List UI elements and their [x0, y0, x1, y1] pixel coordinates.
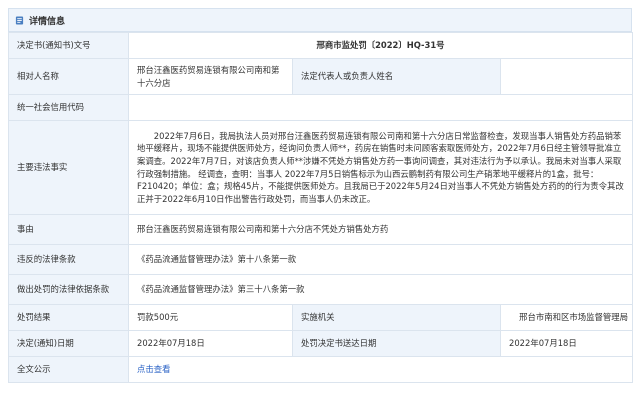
facts-value: 2022年7月6日，我局执法人员对邢台汪鑫医药贸易连锁有限公司南和第十六分店日常…: [127, 120, 634, 215]
details-table: 决定书(通知书)文号 邢商市监处罚〔2022〕HQ-31号 相对人名称 邢台汪鑫…: [8, 32, 634, 383]
matter-value: 邢台汪鑫医药贸易连锁有限公司南和第十六分店不凭处方销售处方药: [127, 214, 634, 245]
row-basis-law: 做出处罚的法律依据条款 《药品流通监督管理办法》第三十八条第一款: [8, 274, 634, 305]
row-credit-code: 统一社会信用代码: [8, 94, 634, 121]
details-panel: 详情信息 决定书(通知书)文号 邢商市监处罚〔2022〕HQ-31号 相对人名称…: [8, 8, 634, 383]
decision-no-value: 邢商市监处罚〔2022〕HQ-31号: [127, 32, 634, 59]
delivery-date-label: 处罚决定书送达日期: [292, 330, 501, 357]
fulltext-cell: 点击查看: [127, 356, 634, 383]
credit-code-label: 统一社会信用代码: [8, 94, 129, 121]
decision-no-label: 决定书(通知书)文号: [8, 32, 129, 59]
rep-label: 法定代表人或负责人姓名: [292, 58, 501, 95]
row-fulltext: 全文公示 点击查看: [8, 356, 634, 383]
result-value: 罚款500元: [128, 304, 293, 331]
section-title: 详情信息: [29, 16, 66, 27]
basis-law-label: 做出处罚的法律依据条款: [8, 274, 129, 305]
view-fulltext-link[interactable]: 点击查看: [137, 364, 171, 374]
fulltext-label: 全文公示: [8, 356, 129, 383]
delivery-date-value: 2022年07月18日: [499, 330, 634, 357]
decision-date-value: 2022年07月18日: [128, 330, 293, 357]
facts-label: 主要违法事实: [8, 120, 129, 215]
document-icon: [15, 15, 24, 25]
agency-value: 邢台市南和区市场监督管理局: [499, 304, 634, 331]
row-matter: 事由 邢台汪鑫医药贸易连锁有限公司南和第十六分店不凭处方销售处方药: [8, 214, 634, 245]
rep-value: [499, 58, 634, 95]
row-facts: 主要违法事实 2022年7月6日，我局执法人员对邢台汪鑫医药贸易连锁有限公司南和…: [8, 120, 634, 215]
row-violated-law: 违反的法律条款 《药品流通监督管理办法》第十八条第一款: [8, 244, 634, 275]
decision-date-label: 决定(通知)日期: [8, 330, 129, 357]
agency-label: 实施机关: [292, 304, 501, 331]
basis-law-value: 《药品流通监督管理办法》第三十八条第一款: [127, 274, 634, 305]
row-dates: 决定(通知)日期 2022年07月18日 处罚决定书送达日期 2022年07月1…: [8, 330, 634, 357]
party-label: 相对人名称: [8, 58, 129, 95]
violated-law-label: 违反的法律条款: [8, 244, 129, 275]
section-header: 详情信息: [8, 8, 632, 32]
violated-law-value: 《药品流通监督管理办法》第十八条第一款: [127, 244, 634, 275]
row-party: 相对人名称 邢台汪鑫医药贸易连锁有限公司南和第十六分店 法定代表人或负责人姓名: [8, 58, 634, 95]
party-value: 邢台汪鑫医药贸易连锁有限公司南和第十六分店: [128, 58, 293, 95]
credit-code-value: [127, 94, 634, 121]
result-label: 处罚结果: [8, 304, 129, 331]
row-result: 处罚结果 罚款500元 实施机关 邢台市南和区市场监督管理局: [8, 304, 634, 331]
matter-label: 事由: [8, 214, 129, 245]
row-decision-no: 决定书(通知书)文号 邢商市监处罚〔2022〕HQ-31号: [8, 32, 634, 59]
